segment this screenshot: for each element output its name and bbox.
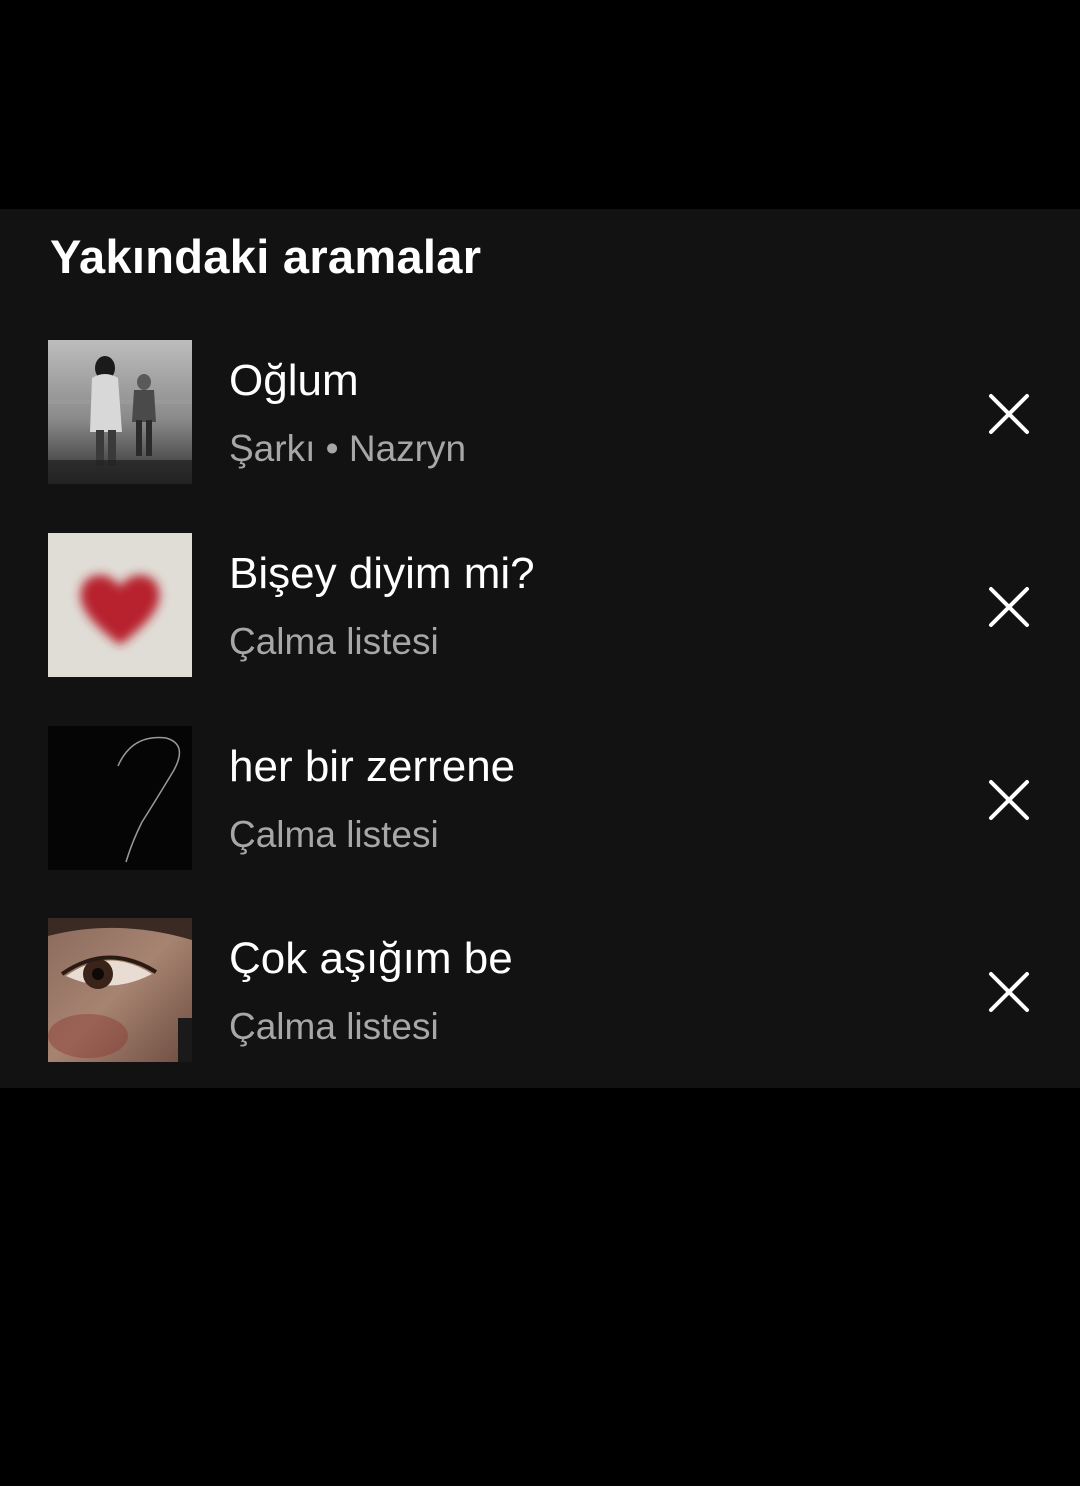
close-icon[interactable] (983, 581, 1035, 633)
recent-search-item[interactable]: Çok aşığım be Çalma listesi (0, 918, 1080, 1064)
item-title: her bir zerrene (229, 742, 516, 791)
recent-search-item[interactable]: Bişey diyim mi? Çalma listesi (0, 533, 1080, 679)
blurred-heart (48, 533, 192, 677)
close-icon[interactable] (983, 966, 1035, 1018)
close-icon[interactable] (983, 388, 1035, 440)
item-subtitle: Çalma listesi (229, 621, 439, 662)
mother-child-photo (48, 340, 192, 484)
close-icon[interactable] (983, 774, 1035, 826)
recent-searches-panel: Yakındaki aramalar Oğlum Şarkı • Nazryn … (0, 209, 1080, 1088)
recent-search-item[interactable]: her bir zerrene Çalma listesi (0, 726, 1080, 872)
item-title: Bişey diyim mi? (229, 549, 535, 598)
recent-search-item[interactable]: Oğlum Şarkı • Nazryn (0, 340, 1080, 486)
item-title: Oğlum (229, 356, 359, 405)
item-title: Çok aşığım be (229, 934, 513, 983)
question-mark-sketch (48, 726, 192, 870)
playlist-artwork (48, 533, 192, 677)
playlist-artwork (48, 918, 192, 1062)
playlist-artwork (48, 726, 192, 870)
item-subtitle: Çalma listesi (229, 814, 439, 855)
item-subtitle: Şarkı • Nazryn (229, 428, 467, 469)
eye-closeup (48, 918, 192, 1062)
section-title: Yakındaki aramalar (50, 230, 482, 283)
album-artwork (48, 340, 192, 484)
item-subtitle: Çalma listesi (229, 1006, 439, 1047)
